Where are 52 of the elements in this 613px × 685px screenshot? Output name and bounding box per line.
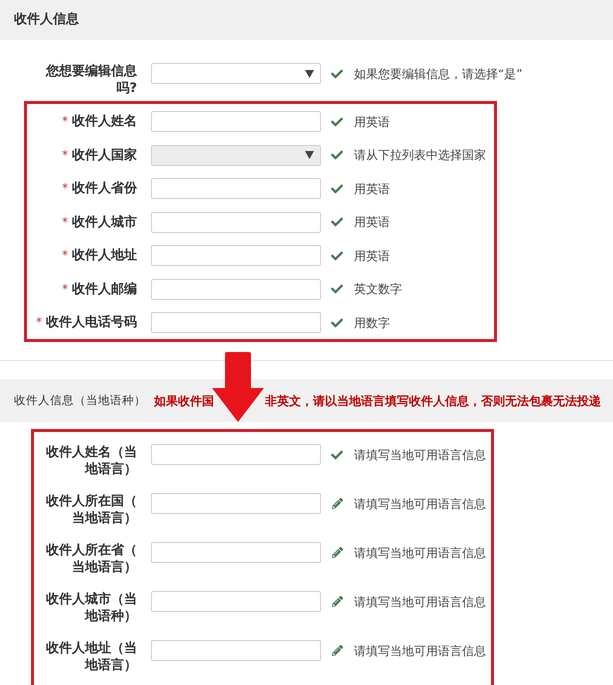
help-text: 如果您要编辑信息，请选择“是” bbox=[354, 66, 522, 82]
help-text: 用数字 bbox=[354, 314, 390, 332]
input-field[interactable] bbox=[151, 278, 321, 300]
field-label: 收件人地址 bbox=[72, 247, 137, 264]
required-mark: * bbox=[62, 214, 68, 230]
field-label: 收件人城市（当地语种） bbox=[45, 591, 137, 625]
help-text: 用英语 bbox=[354, 214, 390, 231]
field-label: 收件人所在省（当地语言） bbox=[45, 542, 137, 576]
required-mark: * bbox=[62, 280, 68, 298]
field-label: 收件人姓名 bbox=[72, 113, 137, 130]
help-text: 用英语 bbox=[354, 248, 390, 264]
select-field[interactable] bbox=[151, 63, 321, 84]
help-text: 请填写当地可用语言信息 bbox=[354, 446, 486, 464]
input-field[interactable] bbox=[151, 640, 321, 661]
help-text: 英文数字 bbox=[354, 281, 402, 298]
section-title: 收件人信息 bbox=[14, 11, 79, 30]
help-text: 用英语 bbox=[354, 180, 390, 198]
input-field[interactable] bbox=[151, 493, 321, 514]
help-text: 用英语 bbox=[354, 114, 390, 130]
field-label: 收件人邮编 bbox=[72, 280, 137, 298]
warning-text: 非英文，请以当地语言填写收件人信息，否则无法包裹无法投递 bbox=[265, 392, 601, 410]
caret-icon bbox=[305, 70, 314, 78]
required-mark: * bbox=[62, 113, 68, 130]
input-field[interactable] bbox=[151, 542, 321, 563]
required-mark: * bbox=[62, 247, 68, 264]
help-text: 请填写当地可用语言信息 bbox=[354, 594, 486, 610]
field-label: 收件人电话号码 bbox=[46, 314, 137, 331]
input-field[interactable] bbox=[151, 178, 321, 199]
field-label: 收件人姓名（当地语言） bbox=[45, 444, 137, 478]
required-mark: * bbox=[62, 146, 68, 164]
help-text: 请填写当地可用语言信息 bbox=[354, 496, 486, 512]
input-field[interactable] bbox=[151, 444, 321, 465]
warning-text: 如果收件国 bbox=[154, 392, 214, 410]
help-text: 请从下拉列表中选择国家 bbox=[354, 147, 486, 164]
field-label: 收件人地址（当地语言） bbox=[45, 640, 137, 674]
down-arrow-icon bbox=[211, 352, 265, 422]
help-text: 请填写当地可用语言信息 bbox=[354, 642, 486, 660]
input-field[interactable] bbox=[151, 111, 321, 132]
required-mark: * bbox=[36, 314, 42, 331]
caret-icon bbox=[305, 151, 314, 159]
input-field[interactable] bbox=[151, 212, 321, 232]
field-label: 收件人所在国（当地语言） bbox=[45, 493, 137, 527]
required-mark: * bbox=[62, 180, 68, 197]
input-field[interactable] bbox=[151, 312, 321, 333]
field-label: 您想要编辑信息吗? bbox=[44, 63, 137, 97]
field-label: 收件人城市 bbox=[72, 214, 137, 230]
field-label: 收件人国家 bbox=[72, 146, 137, 164]
help-text: 请填写当地可用语言信息 bbox=[354, 544, 486, 562]
input-field[interactable] bbox=[151, 591, 321, 612]
field-label: 收件人省份 bbox=[72, 180, 137, 197]
section-title: 收件人信息（当地语种） bbox=[14, 392, 146, 409]
input-field[interactable] bbox=[151, 245, 321, 266]
